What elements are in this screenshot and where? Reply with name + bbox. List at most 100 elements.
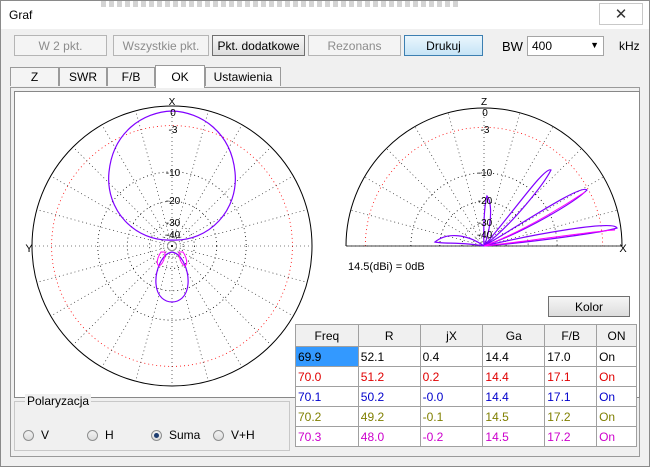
table-row[interactable]: 70.3 48.0 -0.2 14.5 17.2 On: [295, 426, 637, 447]
cell-freq[interactable]: 70.2: [295, 406, 359, 427]
table-body: 69.9 52.1 0.4 14.4 17.0 On 70.0 51.2 0.2 14.4 17.1…: [295, 346, 637, 447]
cell-freq[interactable]: 70.1: [295, 386, 359, 407]
title-bar: Graf ✕: [1, 1, 649, 29]
radio-suma-indicator[interactable]: [151, 429, 162, 441]
bw-unit: kHz: [619, 39, 640, 53]
radio-vh-label: V+H: [231, 428, 255, 442]
radio-h-label: H: [105, 428, 114, 442]
cell-ga[interactable]: 14.5: [482, 406, 546, 427]
el-radial: [483, 126, 554, 247]
cell-fb[interactable]: 17.1: [544, 366, 598, 387]
cell-fb[interactable]: 17.2: [544, 426, 598, 447]
cell-jx[interactable]: -0.2: [419, 426, 484, 447]
cell-on[interactable]: On: [596, 366, 637, 387]
radio-v-indicator[interactable]: [23, 429, 34, 441]
radio-vh[interactable]: V+H: [213, 428, 255, 442]
az-radial: [50, 245, 173, 317]
az-radial: [171, 209, 308, 247]
cell-on[interactable]: On: [596, 346, 637, 367]
table-row[interactable]: 70.0 51.2 0.2 14.4 17.1 On: [295, 366, 637, 387]
radio-suma-label: Suma: [169, 428, 201, 442]
bw-label: BW: [502, 39, 523, 54]
cell-jx[interactable]: 0.4: [419, 346, 484, 367]
window-title: Graf: [9, 8, 33, 22]
table-row[interactable]: 70.1 50.2 -0.0 14.4 17.1 On: [295, 386, 637, 407]
cell-on[interactable]: On: [596, 386, 637, 407]
az-radial: [72, 146, 173, 247]
azimuth-grid: [31, 105, 313, 387]
el-ring-label-0: 0: [482, 108, 488, 119]
cell-fb[interactable]: 17.1: [544, 386, 598, 407]
gain-reference: 14.5(dBi) = 0dB: [348, 261, 425, 273]
el-axis-x-label: X: [619, 243, 627, 255]
cell-r[interactable]: 50.2: [357, 386, 421, 407]
resonance-button[interactable]: Rezonans: [308, 35, 401, 56]
column-header-jx[interactable]: jX: [419, 324, 484, 347]
cell-ga[interactable]: 14.4: [482, 386, 546, 407]
cell-r[interactable]: 52.1: [357, 346, 421, 367]
cell-fb[interactable]: 17.0: [544, 346, 598, 367]
bw-value: 400: [532, 39, 553, 53]
el-axis-z-label: Z: [481, 97, 487, 108]
table-row[interactable]: 69.9 52.1 0.4 14.4 17.0 On: [295, 346, 637, 367]
az-ring-label-40: -40: [166, 230, 181, 241]
cell-ga[interactable]: 14.4: [482, 346, 546, 367]
cell-fb[interactable]: 17.2: [544, 406, 598, 427]
cell-on[interactable]: On: [596, 406, 637, 427]
column-header-fb[interactable]: F/B: [544, 324, 598, 347]
az-axis-y-label: Y: [25, 243, 33, 255]
chevron-down-icon: ▼: [590, 40, 599, 50]
el-radial: [350, 209, 485, 247]
results-table: Freq R jX Ga F/B ON 69.9 52.1 0.4 14.4 17.0 O…: [295, 324, 637, 447]
radio-v[interactable]: V: [23, 428, 49, 442]
column-header-r[interactable]: R: [357, 324, 421, 347]
cell-jx[interactable]: 0.2: [419, 366, 484, 387]
radio-vh-indicator[interactable]: [213, 429, 224, 441]
column-header-ga[interactable]: Ga: [482, 324, 546, 347]
cell-r[interactable]: 51.2: [357, 366, 421, 387]
az-radial: [101, 124, 173, 247]
cell-r[interactable]: 49.2: [357, 406, 421, 427]
az-ring-label-0: 0: [170, 108, 176, 119]
print-button[interactable]: Drukuj: [404, 35, 483, 56]
cell-freq[interactable]: 70.0: [295, 366, 359, 387]
tab-swr[interactable]: SWR: [59, 67, 107, 86]
color-button[interactable]: Kolor: [548, 296, 630, 317]
tab-fb[interactable]: F/B: [107, 67, 155, 86]
az-ring-label-20: -20: [166, 196, 181, 207]
az-radial: [36, 245, 173, 283]
cell-jx[interactable]: -0.1: [419, 406, 484, 427]
cell-freq[interactable]: 69.9: [295, 346, 359, 367]
cell-freq[interactable]: 70.3: [295, 426, 359, 447]
el-ring-label-30: -30: [478, 218, 493, 229]
column-header-on[interactable]: ON: [596, 324, 637, 347]
tab-settings[interactable]: Ustawienia: [205, 67, 281, 86]
elevation-trace-b: [483, 191, 616, 247]
close-button[interactable]: ✕: [599, 3, 643, 25]
table-header-row: Freq R jX Ga F/B ON: [295, 324, 637, 347]
cell-ga[interactable]: 14.4: [482, 366, 546, 387]
cell-ga[interactable]: 14.5: [482, 426, 546, 447]
cell-r[interactable]: 48.0: [357, 426, 421, 447]
cell-on[interactable]: On: [596, 426, 637, 447]
all-points-button[interactable]: Wszystkie pkt.: [113, 35, 209, 56]
radio-suma[interactable]: Suma: [151, 428, 200, 442]
extra-points-button[interactable]: Pkt. dodatkowe: [212, 35, 305, 56]
table-row[interactable]: 70.2 49.2 -0.1 14.5 17.2 On: [295, 406, 637, 427]
radio-h-indicator[interactable]: [87, 429, 98, 441]
bw-select[interactable]: 400 ▼: [527, 36, 604, 56]
az-radial: [50, 175, 173, 247]
tab-ok[interactable]: OK: [155, 65, 205, 88]
two-point-button[interactable]: W 2 pkt.: [14, 35, 107, 56]
tab-z[interactable]: Z: [10, 67, 59, 86]
az-axis-x-label: X: [169, 97, 176, 108]
radio-h[interactable]: H: [87, 428, 114, 442]
el-ring-label-3: -3: [481, 125, 490, 136]
az-radial: [171, 245, 294, 317]
az-radial: [171, 245, 308, 283]
column-header-freq[interactable]: Freq: [295, 324, 359, 347]
graf-window: Graf ✕ W 2 pkt. Wszystkie pkt. Pkt. doda…: [0, 0, 650, 467]
az-radial: [171, 175, 294, 247]
polarization-group: Polaryzacja V H Suma V+H: [14, 394, 290, 451]
cell-jx[interactable]: -0.0: [419, 386, 484, 407]
